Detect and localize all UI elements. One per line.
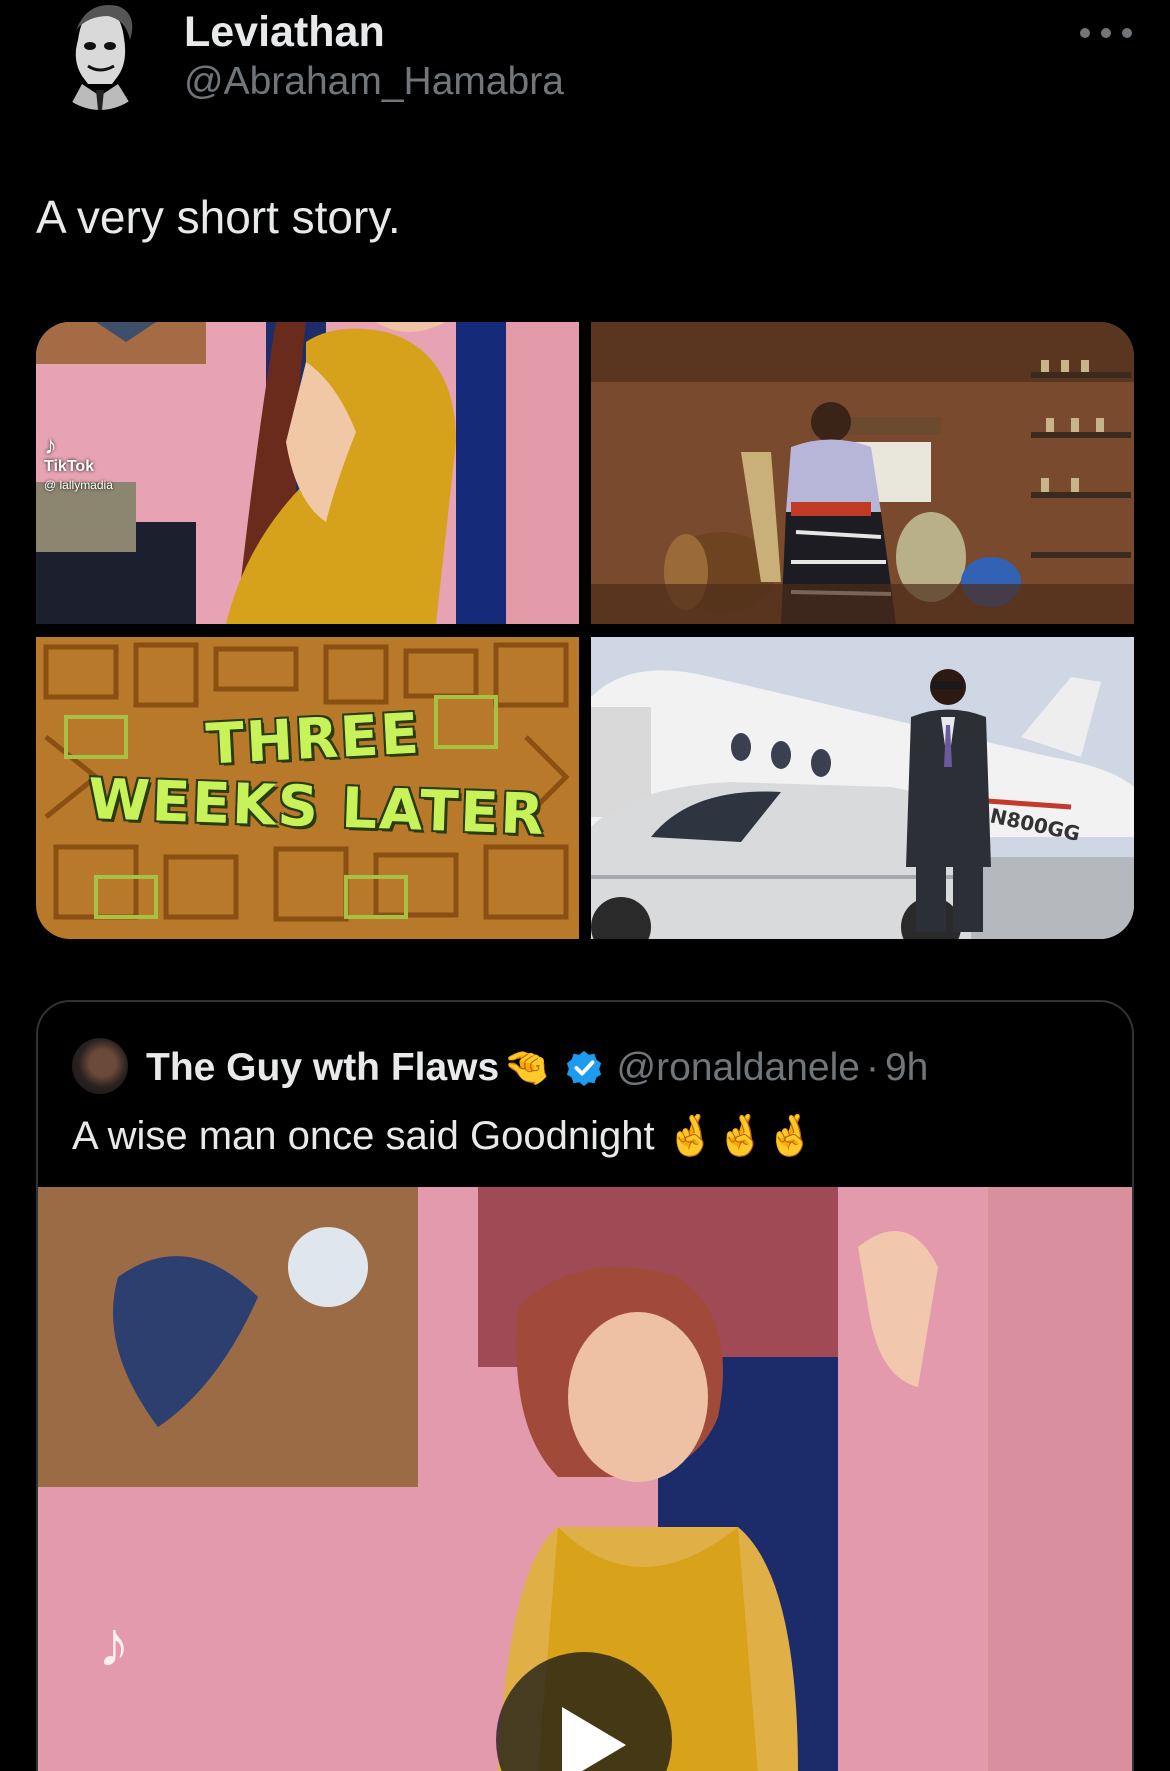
pinching-hand-emoji: 🤏: [503, 1047, 551, 1089]
more-options-button[interactable]: [1080, 18, 1132, 48]
tiktok-label: TikTok: [44, 458, 95, 475]
media-photo-2[interactable]: [591, 322, 1134, 624]
play-icon: [562, 1707, 626, 1771]
tweet-text: A very short story.: [36, 191, 401, 243]
quoted-author-row: The Guy wth Flaws 🤏 @ronaldanele · 9h: [146, 1040, 928, 1096]
tiktok-icon: ♪: [44, 430, 57, 460]
tiktok-watermark: ♪ TikTok @ lallymadia: [44, 432, 113, 492]
media-photo-4[interactable]: N800GG: [591, 637, 1134, 939]
media-photo-1[interactable]: ♪ TikTok @ lallymadia: [36, 322, 579, 624]
author-handle[interactable]: @Abraham_Hamabra: [184, 60, 564, 104]
three-text: THREE: [204, 701, 423, 778]
author-name[interactable]: Leviathan: [184, 8, 385, 57]
quoted-author-handle[interactable]: @ronaldanele: [617, 1046, 860, 1090]
media-photo-3[interactable]: THREE WEEKS LATER: [36, 637, 579, 939]
quoted-video[interactable]: ♪: [38, 1187, 1132, 1771]
quoted-author-avatar[interactable]: [72, 1038, 128, 1094]
tiktok-icon: ♪: [98, 1608, 130, 1680]
more-dot-icon: [1122, 28, 1132, 38]
quoted-tweet[interactable]: The Guy wth Flaws 🤏 @ronaldanele · 9h A …: [36, 1000, 1134, 1771]
more-dot-icon: [1101, 28, 1111, 38]
more-dot-icon: [1080, 28, 1090, 38]
quoted-tweet-text: A wise man once said Goodnight 🤞🤞🤞: [72, 1114, 816, 1158]
quoted-author-name[interactable]: The Guy wth Flaws: [146, 1046, 499, 1090]
separator: ·: [865, 1046, 879, 1089]
tiktok-user: @ lallymadia: [44, 478, 113, 492]
author-avatar[interactable]: [48, 0, 152, 110]
verified-badge-icon: [566, 1050, 601, 1087]
tweet-header: Leviathan @Abraham_Hamabra: [0, 0, 1170, 120]
media-grid: ♪ TikTok @ lallymadia THREE WEEKS LATER …: [36, 322, 1134, 939]
quoted-timestamp[interactable]: 9h: [885, 1046, 928, 1090]
